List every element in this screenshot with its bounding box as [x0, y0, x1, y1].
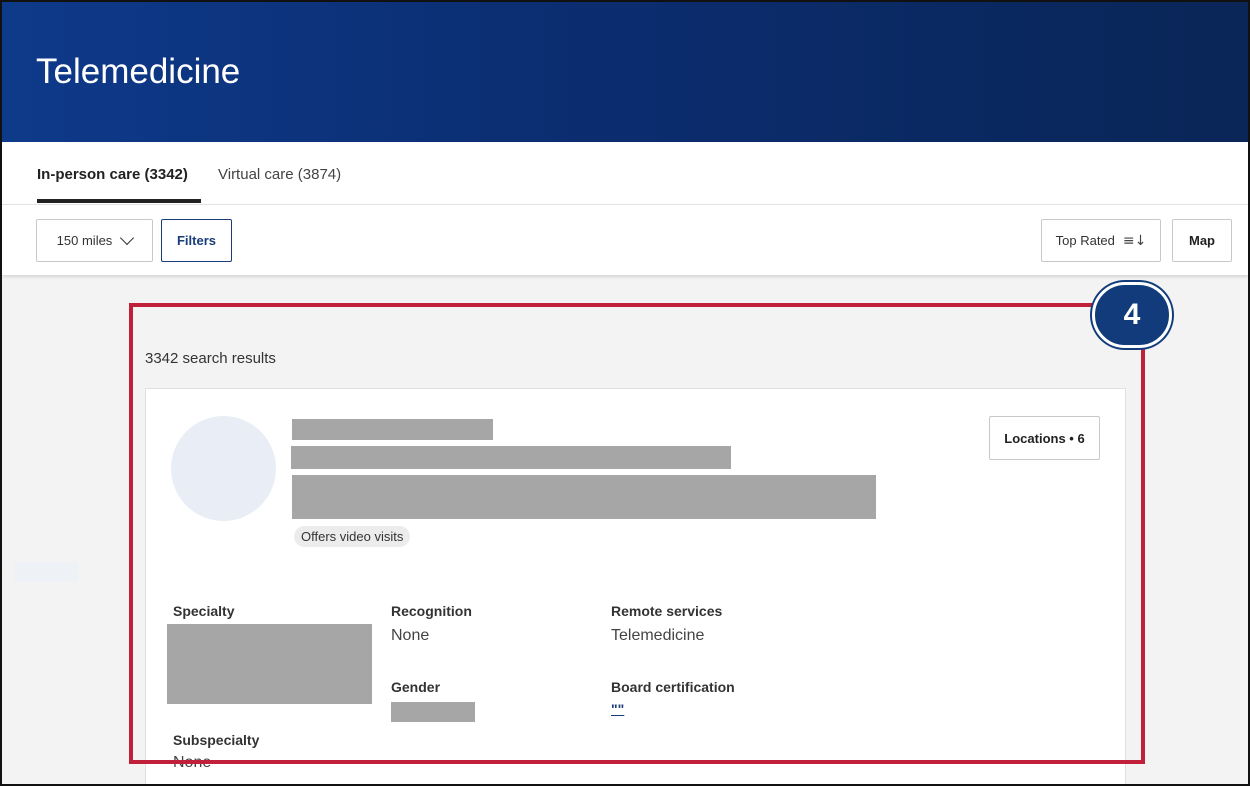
tab-virtual-care[interactable]: Virtual care (3874) — [218, 166, 341, 183]
app-window: Telemedicine In-person care (3342) Virtu… — [0, 0, 1248, 786]
callout-highlight-box — [129, 303, 1145, 764]
filters-button[interactable]: Filters — [161, 219, 232, 262]
distance-value: 150 miles — [56, 233, 113, 248]
map-button[interactable]: Map — [1172, 219, 1232, 262]
sort-dropdown[interactable]: Top Rated ≡↓ — [1041, 219, 1161, 262]
results-toolbar: 150 miles Filters Top Rated ≡↓ Map — [2, 205, 1248, 275]
sidebar-placeholder — [14, 562, 78, 582]
tab-in-person-care[interactable]: In-person care (3342) — [37, 166, 188, 183]
chevron-down-icon — [120, 230, 135, 245]
callout-number-badge: 4 — [1092, 282, 1172, 348]
active-tab-indicator — [37, 199, 201, 203]
sort-icon: ≡↓ — [1122, 232, 1147, 249]
page-header: Telemedicine — [2, 2, 1248, 142]
care-type-tabs: In-person care (3342) Virtual care (3874… — [2, 142, 1248, 205]
sort-label: Top Rated — [1055, 233, 1115, 248]
page-title: Telemedicine — [36, 52, 241, 91]
distance-dropdown[interactable]: 150 miles — [36, 219, 153, 262]
